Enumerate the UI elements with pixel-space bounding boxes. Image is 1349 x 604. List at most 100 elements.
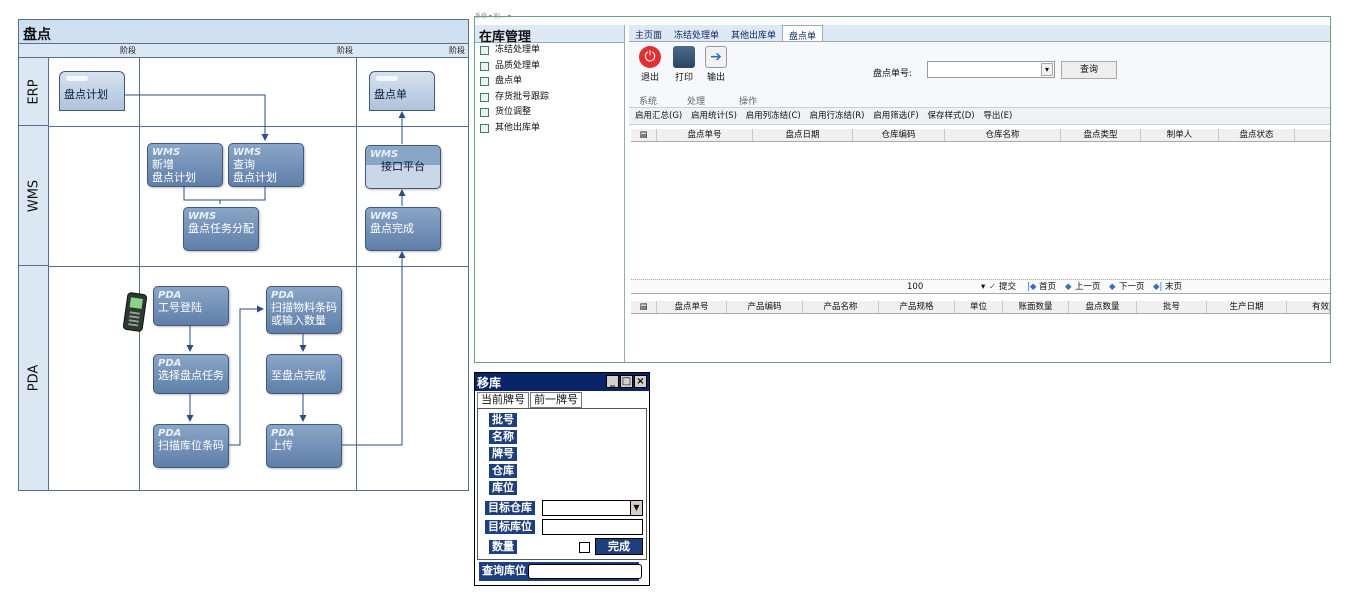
page-size[interactable]: 100 [907,280,923,294]
col-header[interactable]: 产品编码 [727,301,803,313]
top-grid-header: ▤ 盘点单号 盘点日期 仓库编码 仓库名称 盘点类型 制单人 盘点状态 [631,129,1330,142]
print-button[interactable]: 打印 [669,46,699,83]
doc-icon [480,46,489,55]
col-header[interactable]: 批号 [1137,301,1207,313]
sidebar-item-label: 品质处理单 [495,60,541,71]
col-header[interactable]: 单位 [955,301,1003,313]
doc-icon [480,108,489,117]
grid-corner-icon: ▤ [631,129,657,141]
quantity-checkbox[interactable] [579,542,590,553]
label-lot: 牌号 [489,447,517,461]
toolbar-filter[interactable]: 启用筛选(F) [873,111,919,121]
target-warehouse-select[interactable]: ▼ [542,500,643,516]
tab-stocktake[interactable]: 盘点单 [782,25,824,42]
chevron-down-icon[interactable]: ▾ [1041,63,1053,76]
toolbar-export[interactable]: 导出(E) [983,111,1012,121]
sidebar-item-label: 货位调整 [495,107,532,117]
phase-label-2: 阶段 [337,46,353,55]
sidebar-item-stocktake[interactable]: 盘点单 [475,74,624,90]
tab-current-lot[interactable]: 当前牌号 [477,392,529,408]
ribbon-group-system: 系统 [639,97,658,107]
erp-doc-plan-label: 盘点计划 [64,88,108,101]
label-target-location: 目标库位 [485,520,535,534]
exit-label: 退出 [640,73,659,83]
close-icon[interactable]: × [634,375,647,388]
label-name: 名称 [489,430,517,444]
grid-toolbar: 启用汇总(G) 启用统计(S) 启用列冻结(C) 启用行冻结(R) 启用筛选(F… [629,108,1330,125]
sidebar-item-location-adjust[interactable]: 货位调整 [475,105,624,121]
toolbar-col-freeze[interactable]: 启用列冻结(C) [746,111,801,121]
col-header[interactable]: 盘点数量 [1069,301,1137,313]
box-tag: PDA [271,428,295,439]
tab-bar: 主页面 冻结处理单 其他出库单 盘点单 [629,25,1330,42]
col-header[interactable]: 盘点状态 [1219,129,1295,141]
pager: 100 ▾ ✓ 提交 |◆ 首页 ◆ 上一页 ◆ 下一页 ◆| 末页 [631,279,1330,294]
col-header[interactable]: 产品规格 [879,301,955,313]
main-area: 主页面 冻结处理单 其他出库单 盘点单 ⏻ 退出 打印 ➔ 输出 系统 处理 操… [629,25,1330,362]
toolbar-stats[interactable]: 启用统计(S) [691,111,737,121]
toolbar-summary[interactable]: 启用汇总(G) [635,111,682,121]
col-header[interactable]: 产品名称 [803,301,879,313]
box-tag: PDA [271,290,295,301]
wms-box-query-plan: WMS 查询 盘点计划 [228,143,304,187]
box-text: 扫描物料条码 或输入数量 [271,301,337,327]
output-button[interactable]: ➔ 输出 [701,46,731,83]
toolbar-save-style[interactable]: 保存样式(D) [927,111,974,121]
lane-erp-label: ERP [26,78,42,105]
exit-button[interactable]: ⏻ 退出 [635,46,665,83]
box-text: 接口平台 [381,160,425,173]
first-page-icon: |◆ [1027,282,1037,292]
col-header[interactable]: 仓库编码 [853,129,945,141]
submit-button[interactable]: 提交 [999,280,1016,294]
erp-doc-plan: 盘点计划 [59,71,125,111]
done-button[interactable]: 完成 [595,538,643,555]
target-location-input[interactable] [542,519,643,535]
prev-page-button[interactable]: 上一页 [1075,280,1101,294]
lane-erp: ERP [19,58,49,126]
col-header[interactable]: 生产日期 [1207,301,1287,313]
col-header[interactable]: 有效 [1287,301,1330,313]
sidebar-item-batch-track[interactable]: 存货批号跟踪 [475,90,624,106]
doc-icon [480,61,489,71]
query-button[interactable]: 查询 [1061,61,1117,79]
col-header[interactable]: 仓库名称 [945,129,1061,141]
tab-other-out[interactable]: 其他出库单 [725,25,782,41]
label-target-warehouse: 目标仓库 [485,501,535,515]
col-header[interactable]: 盘点日期 [753,129,853,141]
box-tag: PDA [158,358,182,369]
doc-icon [480,92,489,102]
output-label: 输出 [706,73,725,83]
bottom-grid-header: ▤ 盘点单号 产品编码 产品名称 产品规格 单位 账面数量 盘点数量 批号 生产… [631,301,1330,314]
box-text: 盘点任务分配 [188,222,254,235]
page-size-dropdown[interactable]: ▾ [981,280,985,294]
search-input[interactable]: ▾ [927,61,1055,78]
tab-home[interactable]: 主页面 [629,25,668,41]
move-dialog: 移库 _ □ × 当前牌号 前一牌号 批号 名称 牌号 仓库 库位 目标仓库 ▼… [474,372,650,586]
sidebar-item-freeze[interactable]: 冻结处理单 [475,43,624,59]
sidebar-title: 在库管理 [475,25,624,45]
pda-box-upload: PDA 上传 [266,424,342,468]
minimize-icon[interactable]: _ [606,375,619,388]
col-header[interactable]: 账面数量 [1003,301,1069,313]
query-location-input[interactable] [528,564,642,579]
wms-box-new-plan: WMS 新增 盘点计划 [147,143,223,187]
wms-box-complete: WMS 盘点完成 [365,207,441,251]
tab-previous-lot[interactable]: 前一牌号 [530,392,582,408]
last-page-button[interactable]: 末页 [1165,280,1182,294]
sidebar-item-quality[interactable]: 品质处理单 [475,59,624,75]
chevron-down-icon[interactable]: ▼ [630,501,642,515]
box-text: 上传 [271,439,293,452]
first-page-button[interactable]: 首页 [1039,280,1056,294]
next-page-button[interactable]: 下一页 [1119,280,1145,294]
tab-freeze[interactable]: 冻结处理单 [668,25,725,41]
col-header[interactable]: 盘点单号 [657,301,727,313]
box-text: 扫描库位条码 [158,439,224,452]
col-header[interactable]: 盘点类型 [1061,129,1141,141]
sidebar-item-label: 盘点单 [495,76,523,86]
col-header[interactable]: 盘点单号 [657,129,753,141]
col-header[interactable]: 制单人 [1141,129,1219,141]
maximize-icon[interactable]: □ [620,375,633,388]
sidebar-item-other-out[interactable]: 其他出库单 [475,121,624,137]
box-text: 至盘点完成 [271,369,326,382]
toolbar-row-freeze[interactable]: 启用行冻结(R) [809,111,864,121]
